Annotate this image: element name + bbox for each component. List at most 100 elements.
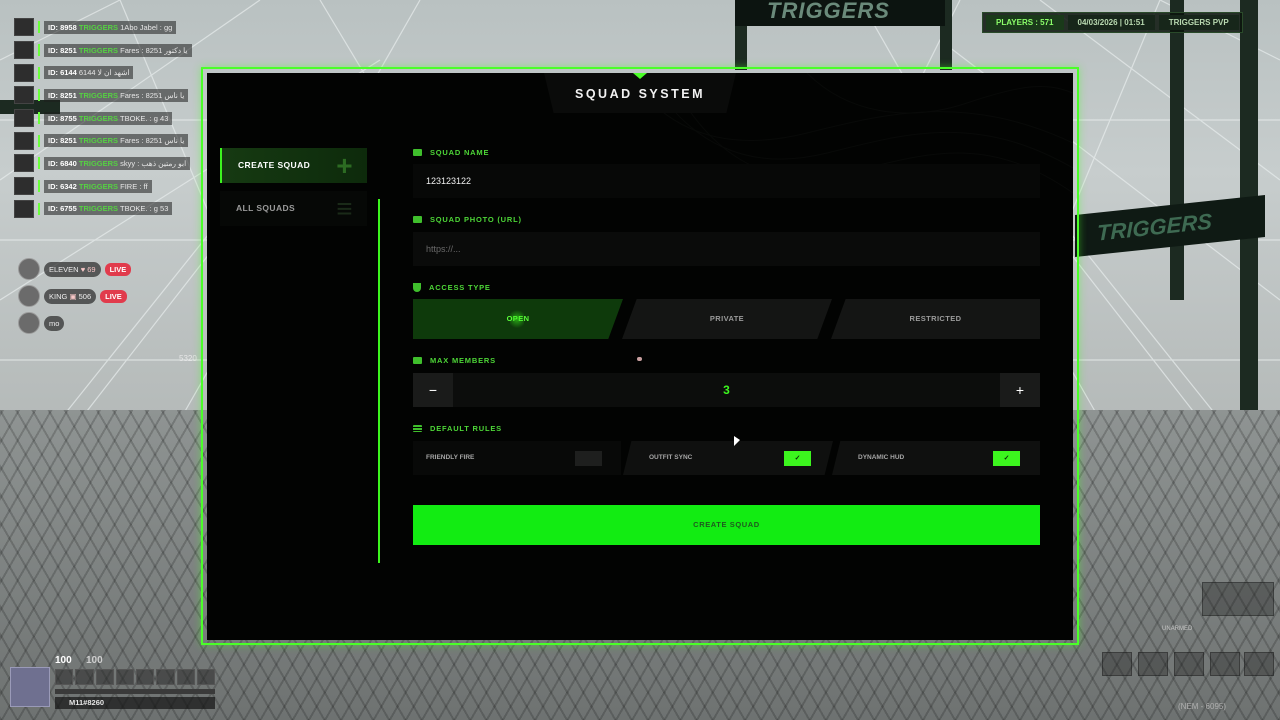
feed-avatar (14, 86, 34, 105)
current-weapon-slot (1202, 582, 1274, 616)
arena-banner-top: TRIGGERS (735, 0, 945, 26)
health-value: 100 (55, 655, 72, 666)
health-segments (55, 669, 215, 685)
armor-value: 100 (86, 655, 103, 666)
access-option-restricted[interactable]: RESTRICTED (831, 299, 1040, 339)
sidebar-item-label: ALL SQUADS (236, 203, 296, 213)
chat-feed: ID: 8958 TRIGGERS 1Abo Jabel : gg ID: 82… (14, 16, 204, 220)
sidebar-divider (378, 199, 380, 563)
weapon-state-label: UNARMED (1162, 626, 1193, 632)
selected-glow (510, 308, 524, 330)
rule-dynamic-hud: DYNAMIC HUD ✓ (832, 441, 1040, 475)
feed-message: ID: 6755 TRIGGERS TBOKE. : g 53 (44, 202, 173, 216)
create-squad-button[interactable]: CREATE SQUAD (413, 505, 1040, 545)
shield-icon (413, 283, 421, 292)
increment-button[interactable]: + (1000, 373, 1040, 407)
rule-label: FRIENDLY FIRE (426, 454, 475, 461)
feed-avatar (14, 41, 34, 60)
decorative-dot (637, 357, 642, 361)
sidebar-item-create-squad[interactable]: CREATE SQUAD + (220, 148, 367, 183)
users-icon (413, 357, 422, 364)
job-indicator: (NEM - 6095) (1178, 702, 1227, 711)
viewer-row: mo (18, 312, 131, 334)
image-icon (413, 216, 422, 223)
feed-avatar (14, 63, 34, 82)
feed-separator (38, 66, 40, 79)
feed-row: ID: 8251 TRIGGERS Fares : 8251 يا ناس (14, 84, 204, 107)
feed-separator (38, 44, 40, 57)
player-count: PLAYERS : 571 (986, 15, 1064, 30)
outfit-sync-toggle[interactable]: ✓ (784, 451, 811, 466)
feed-row: ID: 8251 TRIGGERS Fares : 8251 يا ناس (14, 129, 204, 152)
rule-label: OUTFIT SYNC (649, 454, 693, 461)
access-type-label: ACCESS TYPE (413, 283, 491, 292)
squad-name-input[interactable] (413, 164, 1040, 198)
decrement-button[interactable]: − (413, 373, 453, 407)
max-members-label: MAX MEMBERS (413, 356, 496, 365)
feed-message: ID: 8958 TRIGGERS 1Abo Jabel : gg (44, 20, 177, 34)
feed-avatar (14, 154, 34, 173)
rule-label: DYNAMIC HUD (858, 454, 905, 461)
player-name: M11#8260 (55, 697, 215, 709)
weapon-slot (1138, 652, 1168, 676)
feed-separator (38, 89, 40, 102)
sidebar-item-all-squads[interactable]: ALL SQUADS ≡ (220, 191, 367, 226)
stream-viewers: ELEVEN ♥ 69 LIVE KING ▣ 506 LIVE mo (18, 258, 132, 339)
feed-row: ID: 8755 TRIGGERS TBOKE. : g 43 (14, 107, 204, 130)
feed-avatar (14, 18, 34, 37)
feed-separator (38, 134, 40, 147)
feed-row: ID: 8958 TRIGGERS 1Abo Jabel : gg (14, 16, 204, 39)
feed-message: ID: 8755 TRIGGERS TBOKE. : g 43 (44, 111, 173, 125)
server-name: TRIGGERS PVP (1158, 15, 1239, 30)
date-time: 04/03/2026 | 01:51 (1067, 15, 1155, 30)
live-badge: LIVE (104, 262, 132, 276)
default-rules-label: DEFAULT RULES (413, 424, 502, 433)
feed-row: ID: 8251 TRIGGERS Fares : 8251 يا دكتور (14, 39, 204, 62)
viewer-avatar (18, 312, 40, 334)
feed-message: ID: 8251 TRIGGERS Fares : 8251 يا ناس (44, 134, 189, 148)
distance-marker: 5320 (179, 354, 197, 363)
rule-friendly-fire: FRIENDLY FIRE (413, 441, 621, 475)
squad-photo-label: SQUAD PHOTO (URL) (413, 215, 522, 224)
stamina-bar (55, 689, 215, 694)
rule-outfit-sync: OUTFIT SYNC ✓ (623, 441, 833, 475)
viewer-name: KING ▣ 506 (44, 288, 97, 304)
feed-separator (38, 157, 40, 170)
feed-avatar (14, 109, 34, 128)
plus-icon: + (336, 150, 353, 181)
server-status-bar: PLAYERS : 571 04/03/2026 | 01:51 TRIGGER… (982, 12, 1243, 33)
viewer-row: KING ▣ 506 LIVE (18, 285, 131, 307)
gift-icon: ▣ (69, 291, 77, 301)
dynamic-hud-toggle[interactable]: ✓ (993, 451, 1020, 466)
player-avatar (10, 667, 50, 707)
heart-icon: ♥ (80, 264, 86, 274)
feed-separator (38, 180, 40, 193)
feed-message: ID: 8251 TRIGGERS Fares : 8251 يا دكتور (44, 43, 192, 57)
friendly-fire-toggle[interactable] (575, 451, 602, 466)
squad-photo-url-input[interactable] (413, 232, 1040, 266)
viewer-name: ELEVEN ♥ 69 (44, 261, 101, 277)
weapon-slot (1244, 652, 1274, 676)
sliders-icon (413, 425, 422, 432)
weapon-slot (1210, 652, 1240, 676)
squad-name-label: SQUAD NAME (413, 148, 489, 157)
feed-message: ID: 8251 TRIGGERS Fares : 8251 يا ناس (44, 88, 189, 102)
feed-row: ID: 6342 TRIGGERS FIRE : ff (14, 175, 204, 198)
sidebar-item-label: CREATE SQUAD (238, 160, 311, 170)
feed-avatar (14, 199, 34, 218)
list-icon: ≡ (336, 193, 353, 224)
viewer-name: mo (44, 315, 65, 331)
feed-message: ID: 6342 TRIGGERS FIRE : ff (44, 179, 152, 193)
viewer-row: ELEVEN ♥ 69 LIVE (18, 258, 132, 280)
id-card-icon (413, 149, 422, 156)
player-hud: 100 100 M11#8260 (10, 655, 220, 713)
feed-avatar (14, 131, 34, 150)
access-option-private[interactable]: PRIVATE (622, 299, 832, 339)
modal-title: SQUAD SYSTEM (574, 87, 705, 101)
weapon-slot (1102, 652, 1132, 676)
viewer-avatar (18, 258, 40, 280)
feed-avatar (14, 177, 34, 196)
live-badge: LIVE (100, 289, 127, 303)
feed-separator (38, 112, 40, 125)
feed-row: ID: 6144 6144 اشهد ان لا (14, 61, 204, 84)
